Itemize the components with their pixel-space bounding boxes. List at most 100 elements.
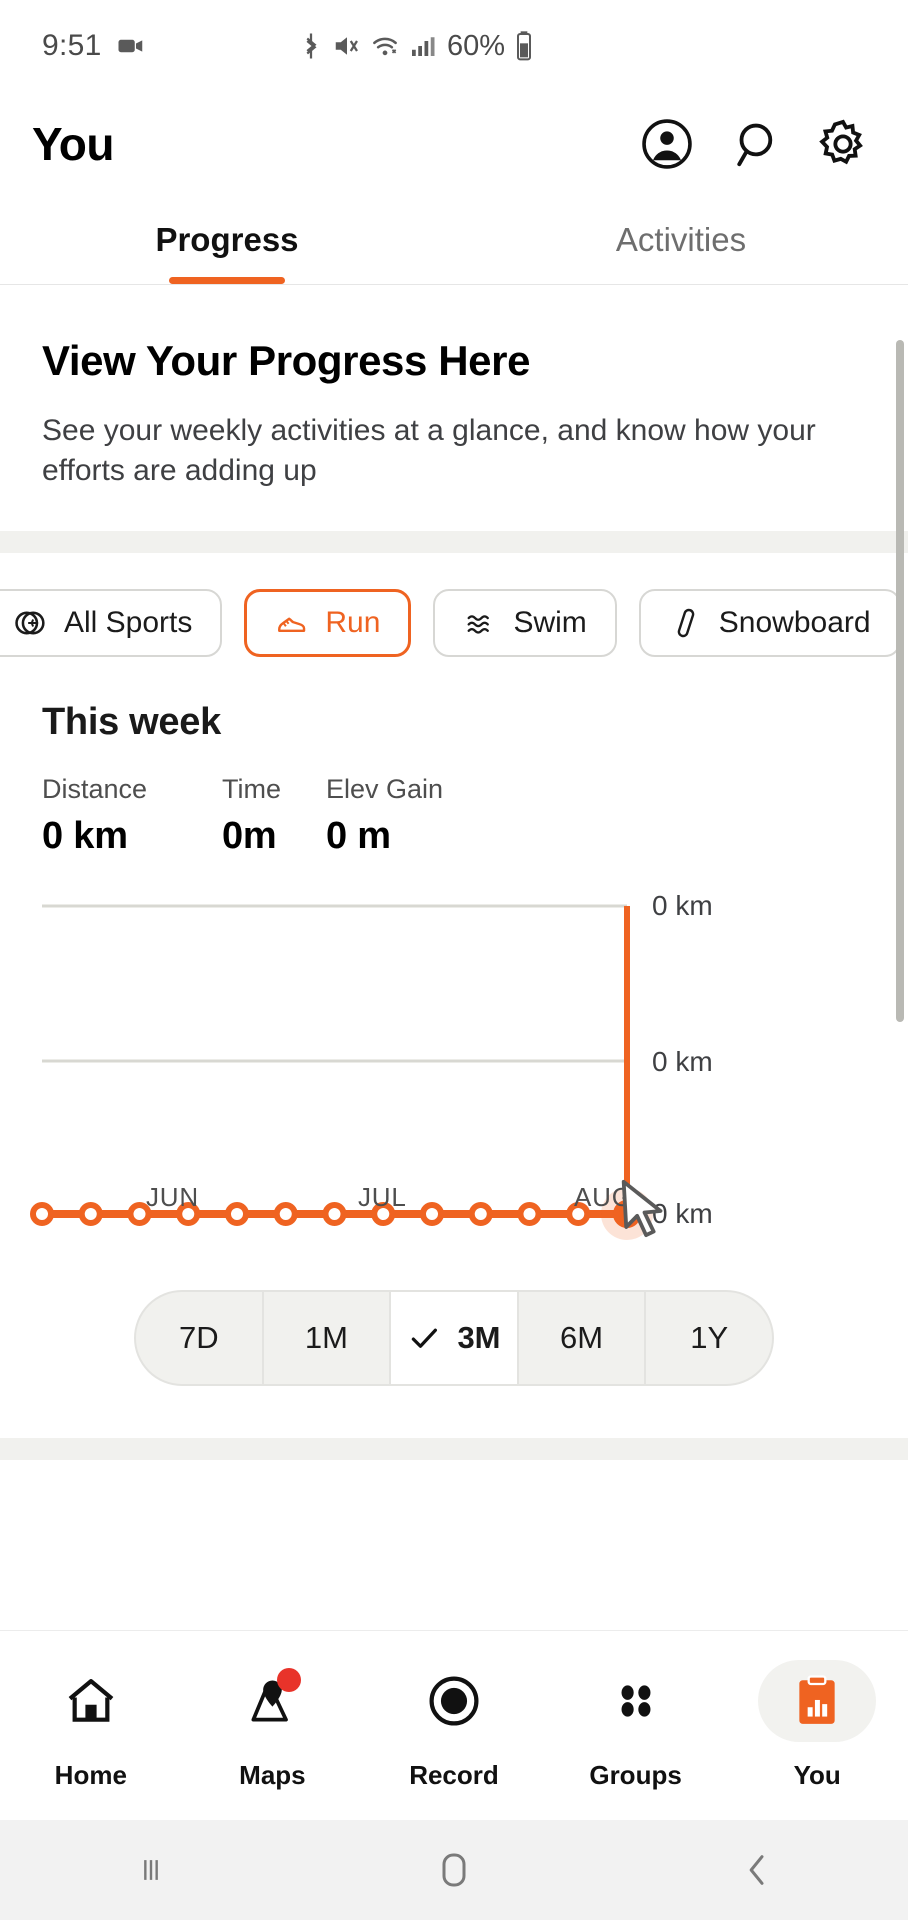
check-icon: [407, 1321, 441, 1355]
promo-subtitle: See your weekly activities at a glance, …: [42, 414, 816, 487]
tab-activities[interactable]: Activities: [454, 196, 908, 284]
stat-elev-gain-label: Elev Gain: [326, 773, 444, 804]
chart-point[interactable]: [78, 1201, 103, 1226]
range-option-6m[interactable]: 6M: [519, 1291, 647, 1384]
tab-activities-label: Activities: [615, 221, 747, 258]
chart-point[interactable]: [225, 1201, 249, 1226]
nav-record-iconbox: [395, 1660, 513, 1742]
nav-groups-label: Groups: [589, 1760, 682, 1790]
cellular-signal-icon: [409, 31, 435, 61]
chart-point[interactable]: [273, 1201, 298, 1226]
stat-distance: Distance 0 km: [42, 774, 188, 858]
sport-filter-chips: All Sports Run Swim Snowboard: [0, 553, 908, 657]
running-shoe-icon: [275, 606, 309, 640]
bottom-navigation: Home Maps Record Groups You: [0, 1630, 908, 1820]
nav-you-iconbox: [758, 1660, 877, 1742]
chip-snowboard-label: Snowboard: [718, 605, 871, 639]
chip-run[interactable]: Run: [244, 588, 412, 657]
stat-elev-gain: Elev Gain 0 m: [326, 774, 443, 858]
tab-progress-label: Progress: [155, 221, 299, 258]
promo-card: View Your Progress Here See your weekly …: [0, 285, 908, 531]
groups-dots-icon: [608, 1673, 664, 1729]
chart-point[interactable]: [30, 1201, 54, 1226]
battery-icon: [514, 30, 534, 62]
settings-gear-icon[interactable]: [816, 117, 870, 171]
chart-canvas: [30, 904, 653, 1240]
range-option-3m[interactable]: 3M: [391, 1291, 519, 1384]
nav-maps-iconbox: [213, 1660, 331, 1742]
app-bar: You: [0, 92, 908, 196]
promo-title: View Your Progress Here: [42, 337, 531, 384]
chart-point[interactable]: [420, 1201, 444, 1226]
mute-icon: [333, 31, 361, 61]
nav-item-groups[interactable]: Groups: [545, 1660, 727, 1791]
nav-item-you[interactable]: You: [726, 1660, 908, 1791]
section-divider-band: [0, 530, 908, 553]
nav-item-home[interactable]: Home: [0, 1660, 182, 1791]
status-time: 9:51: [42, 29, 102, 62]
nav-item-maps[interactable]: Maps: [182, 1660, 364, 1791]
scroll-content: View Your Progress Here See your weekly …: [0, 285, 908, 1512]
search-icon[interactable]: [728, 117, 782, 171]
page-title: You: [32, 118, 114, 170]
stat-distance-value: 0 km: [42, 814, 128, 857]
stat-elev-gain-value: 0 m: [326, 814, 391, 857]
back-button[interactable]: [605, 1850, 908, 1890]
vertical-scrollbar[interactable]: [896, 340, 904, 1022]
android-system-nav: [0, 1820, 908, 1920]
nav-home-iconbox: [32, 1660, 150, 1742]
clipboard-chart-icon: [792, 1674, 842, 1728]
chart-point[interactable]: [468, 1201, 493, 1226]
week-stats: Distance 0 km Time 0m Elev Gain 0 m: [42, 774, 908, 858]
stat-time-value: 0m: [222, 814, 277, 857]
chip-all-sports[interactable]: All Sports: [0, 588, 223, 657]
bluetooth-icon: [298, 31, 324, 61]
home-icon: [63, 1673, 119, 1729]
x-tick-jun: JUN: [146, 1181, 199, 1212]
status-bar-right: 60%: [298, 30, 534, 63]
nav-groups-iconbox: [577, 1660, 695, 1742]
chart-point[interactable]: [517, 1201, 542, 1226]
time-range-selector: 7D 1M 3M 6M 1Y: [134, 1289, 774, 1386]
progress-chart[interactable]: 0 km 0 km 0 km JUN JUL AUG: [0, 890, 908, 1244]
range-option-1y[interactable]: 1Y: [646, 1292, 772, 1384]
status-bar: 9:51 60%: [0, 0, 908, 92]
mouse-cursor: [618, 1178, 670, 1249]
battery-percent: 60%: [446, 29, 505, 62]
content-bottom-spacer: [0, 1459, 908, 1512]
snowboard-icon: [669, 606, 703, 640]
stat-time-label: Time: [222, 773, 281, 804]
chip-snowboard[interactable]: Snowboard: [638, 588, 901, 657]
x-tick-jul: JUL: [358, 1181, 407, 1212]
nav-maps-label: Maps: [239, 1760, 306, 1790]
range-option-7d-label: 7D: [178, 1319, 219, 1355]
chip-swim-label: Swim: [513, 605, 587, 639]
this-week-title: This week: [42, 700, 221, 743]
stat-distance-label: Distance: [42, 773, 148, 804]
recents-button[interactable]: [0, 1853, 303, 1887]
chip-run-label: Run: [325, 605, 381, 639]
nav-record-label: Record: [409, 1760, 499, 1790]
nav-home-label: Home: [54, 1760, 127, 1790]
stat-time: Time 0m: [222, 774, 292, 858]
range-option-1m[interactable]: 1M: [264, 1291, 392, 1384]
section-divider-band-2: [0, 1437, 908, 1460]
chart-point[interactable]: [322, 1201, 347, 1226]
home-button[interactable]: [303, 1850, 606, 1890]
chip-all-sports-label: All Sports: [64, 605, 193, 639]
tab-progress[interactable]: Progress: [0, 196, 454, 284]
app-bar-actions: [640, 117, 878, 171]
waves-icon: [463, 606, 497, 640]
y-axis-label-mid: 0 km: [652, 1045, 713, 1077]
nav-you-label: You: [793, 1760, 841, 1790]
tab-bar: Progress Activities: [0, 196, 908, 284]
all-sports-icon: [14, 606, 48, 640]
range-option-1m-label: 1M: [304, 1319, 348, 1355]
chip-swim[interactable]: Swim: [433, 588, 617, 657]
y-axis-label-top: 0 km: [652, 889, 713, 921]
nav-item-record[interactable]: Record: [363, 1660, 545, 1791]
profile-icon[interactable]: [640, 117, 694, 171]
range-option-7d[interactable]: 7D: [136, 1291, 264, 1384]
wifi-icon: [370, 31, 400, 61]
status-bar-left: 9:51: [42, 29, 146, 63]
